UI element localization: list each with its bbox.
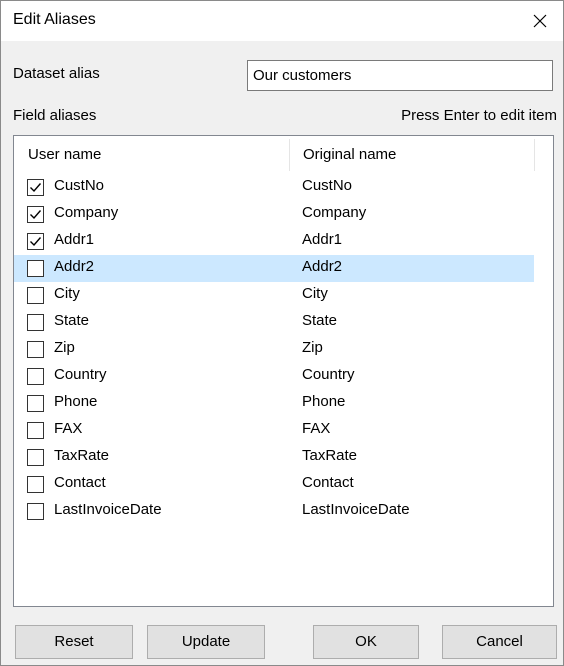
list-item[interactable]: FAX FAX xyxy=(14,417,534,444)
dataset-alias-input[interactable] xyxy=(247,60,553,91)
row-checkbox[interactable] xyxy=(27,422,44,439)
original-name-cell: Addr2 xyxy=(302,258,343,275)
row-checkbox[interactable] xyxy=(27,476,44,493)
checkmark-icon xyxy=(30,237,42,247)
original-name-cell: City xyxy=(302,285,328,302)
user-name-cell: City xyxy=(54,285,80,302)
user-name-cell: FAX xyxy=(54,420,83,437)
original-name-cell: Company xyxy=(302,204,367,221)
dialog-title: Edit Aliases xyxy=(13,11,96,28)
user-name-cell: Company xyxy=(54,204,119,221)
row-checkbox[interactable] xyxy=(27,314,44,331)
row-checkbox[interactable] xyxy=(27,449,44,466)
column-header-user-name[interactable]: User name xyxy=(14,136,289,174)
row-checkbox[interactable] xyxy=(27,368,44,385)
close-icon xyxy=(533,14,547,28)
list-item[interactable]: LastInvoiceDate LastInvoiceDate xyxy=(14,498,534,525)
list-item[interactable]: TaxRate TaxRate xyxy=(14,444,534,471)
user-name-cell: Addr2 xyxy=(54,258,95,275)
dataset-alias-label: Dataset alias xyxy=(13,65,100,82)
column-divider[interactable] xyxy=(534,139,535,171)
list-item[interactable]: Company Company xyxy=(14,201,534,228)
original-name-cell: CustNo xyxy=(302,177,353,194)
original-name-cell: Phone xyxy=(302,393,346,410)
list-item[interactable]: State State xyxy=(14,309,534,336)
original-name-cell: TaxRate xyxy=(302,447,358,464)
user-name-cell: Addr1 xyxy=(54,231,95,248)
edit-aliases-dialog: Edit Aliases Dataset alias Field aliases… xyxy=(0,0,564,666)
ok-button[interactable]: OK xyxy=(313,625,419,659)
field-aliases-list[interactable]: User name Original name CustNo CustNo Comp… xyxy=(13,135,554,607)
checkmark-icon xyxy=(30,210,42,220)
user-name-cell: State xyxy=(54,312,90,329)
field-aliases-label: Field aliases xyxy=(13,107,97,124)
reset-button[interactable]: Reset xyxy=(15,625,133,659)
list-item[interactable]: Zip Zip xyxy=(14,336,534,363)
user-name-cell: LastInvoiceDate xyxy=(54,501,162,518)
user-name-cell: Country xyxy=(54,366,107,383)
original-name-cell: Addr1 xyxy=(302,231,343,248)
original-name-cell: LastInvoiceDate xyxy=(302,501,410,518)
list-item[interactable]: Addr2 Addr2 xyxy=(14,255,534,282)
user-name-cell: Zip xyxy=(54,339,75,356)
original-name-cell: Zip xyxy=(302,339,323,356)
user-name-cell: Phone xyxy=(54,393,98,410)
row-checkbox[interactable] xyxy=(27,395,44,412)
row-checkbox[interactable] xyxy=(27,287,44,304)
update-button[interactable]: Update xyxy=(147,625,265,659)
user-name-cell: Contact xyxy=(54,474,106,491)
close-button[interactable] xyxy=(517,1,563,41)
list-item[interactable]: Contact Contact xyxy=(14,471,534,498)
original-name-cell: Country xyxy=(302,366,355,383)
row-checkbox[interactable] xyxy=(27,233,44,250)
list-item[interactable]: City City xyxy=(14,282,534,309)
original-name-cell: FAX xyxy=(302,420,331,437)
row-checkbox[interactable] xyxy=(27,179,44,196)
column-header-original-name[interactable]: Original name xyxy=(289,136,534,174)
original-name-cell: State xyxy=(302,312,338,329)
user-name-cell: CustNo xyxy=(54,177,105,194)
row-checkbox[interactable] xyxy=(27,503,44,520)
checkmark-icon xyxy=(30,183,42,193)
list-item[interactable]: Addr1 Addr1 xyxy=(14,228,534,255)
list-item[interactable]: Phone Phone xyxy=(14,390,534,417)
cancel-button[interactable]: Cancel xyxy=(442,625,557,659)
title-bar: Edit Aliases xyxy=(1,1,563,41)
list-header: User name Original name xyxy=(14,136,553,174)
row-checkbox[interactable] xyxy=(27,260,44,277)
row-checkbox[interactable] xyxy=(27,341,44,358)
row-checkbox[interactable] xyxy=(27,206,44,223)
list-item[interactable]: Country Country xyxy=(14,363,534,390)
user-name-cell: TaxRate xyxy=(54,447,110,464)
edit-hint: Press Enter to edit item xyxy=(401,107,557,124)
list-item[interactable]: CustNo CustNo xyxy=(14,174,534,201)
original-name-cell: Contact xyxy=(302,474,354,491)
